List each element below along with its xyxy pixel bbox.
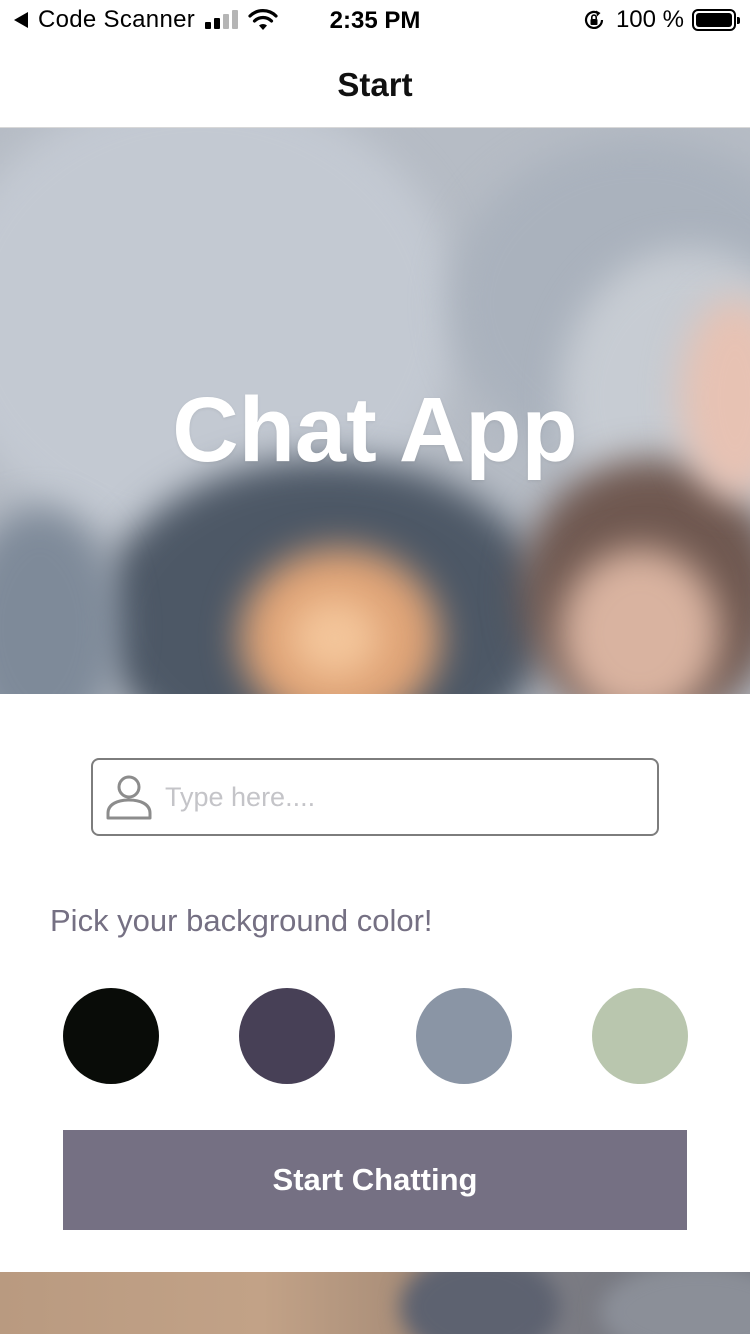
page-title: Start [337,65,413,103]
hero-background-image: Chat App [0,128,750,694]
color-option-black[interactable] [63,988,159,1084]
battery-percentage: 100 % [615,6,684,33]
start-screen: Code Scanner 2:35 PM 100 % Start Chat Ap… [0,0,750,1334]
status-bar-right: 100 % [582,6,740,34]
color-option-dark-purple[interactable] [239,988,335,1084]
app-title: Chat App [172,379,578,481]
user-icon [106,775,152,820]
color-option-sage-green[interactable] [592,988,688,1084]
color-option-gray-blue[interactable] [416,988,512,1084]
color-picker-label: Pick your background color! [50,903,433,938]
battery-icon [692,9,740,31]
name-input[interactable] [165,781,635,813]
rotation-lock-icon [584,10,604,29]
name-input-field[interactable] [91,758,659,836]
navigation-bar: Start [0,42,750,128]
bottom-background-image [0,1272,750,1334]
battery-fill [696,13,732,27]
status-bar: Code Scanner 2:35 PM 100 % [0,0,750,42]
start-chatting-button[interactable]: Start Chatting [63,1130,687,1230]
